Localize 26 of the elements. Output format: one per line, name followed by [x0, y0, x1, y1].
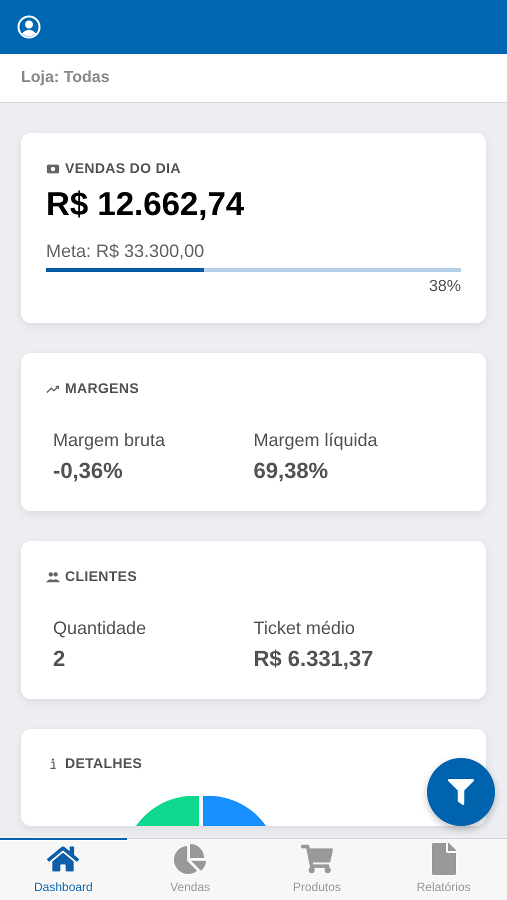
filter-icon: [448, 779, 474, 805]
metric-value: 2: [53, 645, 66, 674]
user-account-icon[interactable]: [17, 15, 41, 39]
card-title: VENDAS DO DIA: [65, 159, 181, 178]
metric-label: Margem bruta: [53, 429, 166, 452]
card-title: CLIENTES: [65, 567, 138, 586]
tab[interactable]: Relatórios: [380, 838, 507, 900]
metric-value: -0,36%: [53, 457, 124, 486]
tab[interactable]: Dashboard: [0, 838, 127, 900]
people-icon: [46, 570, 60, 584]
card-title: DETALHES: [65, 754, 142, 774]
cart-icon: [300, 843, 333, 875]
tab[interactable]: Vendas: [126, 838, 254, 900]
sales-amount: R$ 12.662,74: [46, 184, 246, 224]
card-title: MARGENS: [65, 379, 140, 398]
metric-value: 69,38%: [254, 457, 330, 486]
pie-chart-icon: [174, 843, 206, 875]
metric-label: Quantidade: [53, 617, 148, 640]
metric-label: Margem líquida: [254, 429, 379, 452]
metric-value: R$ 6.331,37: [254, 645, 374, 674]
tab[interactable]: Produtos: [254, 838, 380, 900]
store-filter-label[interactable]: Loja: Todas: [21, 66, 110, 90]
metric-label: Ticket médio: [254, 617, 356, 640]
money-icon: [46, 162, 60, 176]
progress-percent: 38%: [428, 277, 461, 298]
goal-label: Meta: R$ 33.300,00: [46, 240, 206, 264]
